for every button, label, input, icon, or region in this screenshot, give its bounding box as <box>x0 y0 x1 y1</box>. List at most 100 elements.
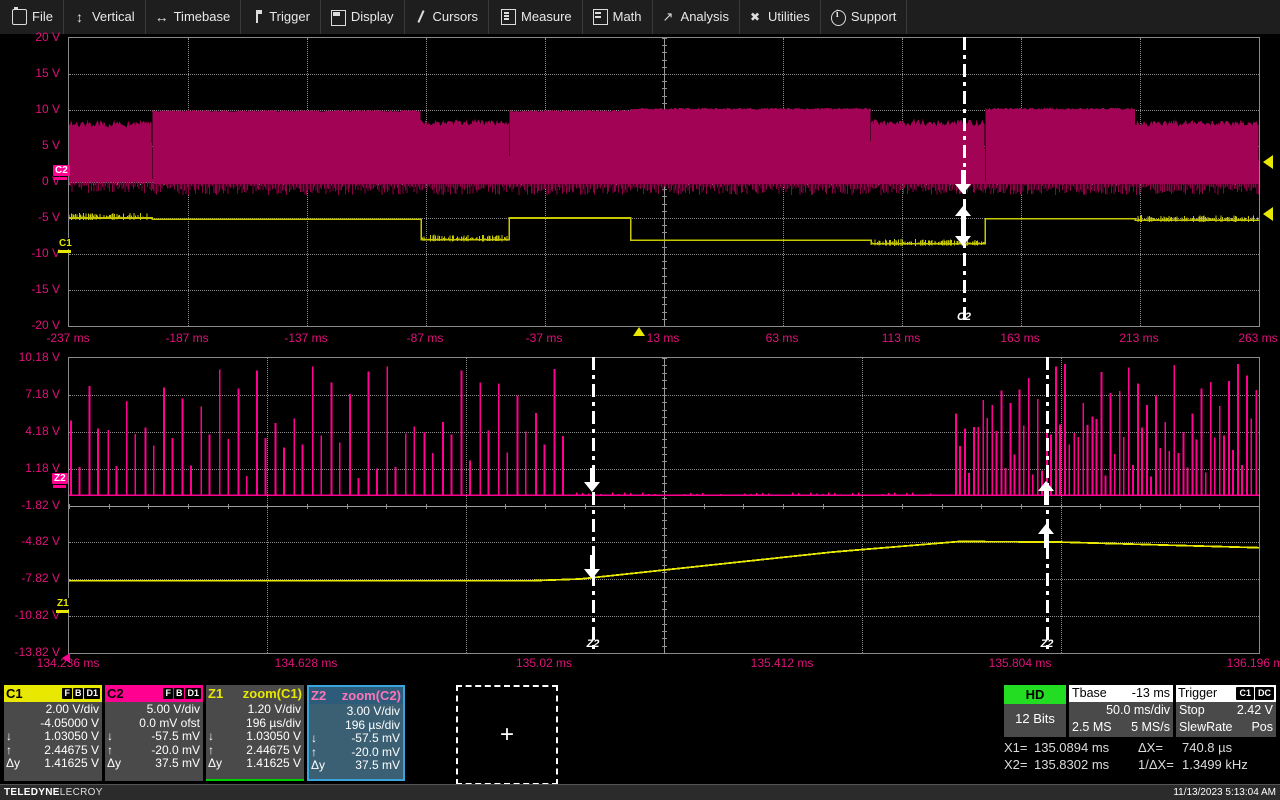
math-calculator-icon <box>593 9 608 25</box>
descriptor-line-key: ↑ <box>311 746 322 760</box>
trigger-position-arrow[interactable] <box>633 327 645 336</box>
trigger-level-arrow-2[interactable] <box>1263 207 1273 221</box>
descriptor-header[interactable]: Z1zoom(C1) <box>206 685 304 702</box>
main-grid-x-tick-label: -137 ms <box>284 331 327 345</box>
descriptor-line: ↑2.44675 V <box>208 744 301 758</box>
trace-descriptor-z2[interactable]: Z2zoom(C2)3.00 V/div196 µs/div↓-57.5 mV↑… <box>307 685 405 781</box>
main-grid-x-tick-label: 113 ms <box>882 331 920 345</box>
utilities-wrench-icon <box>750 10 763 24</box>
main-grid-c1-level-arrow-2-stem <box>961 222 966 236</box>
trigger-slope: Pos <box>1251 719 1273 736</box>
zoom-grid-cursor-1[interactable] <box>592 357 595 652</box>
menu-item-timebase[interactable]: Timebase <box>146 0 242 34</box>
menu-item-measure[interactable]: Measure <box>489 0 583 34</box>
zoom-grid-z1-ground-tag[interactable]: Z1 <box>55 598 71 609</box>
descriptor-badge-b[interactable]: B <box>73 688 84 699</box>
descriptor-line-key <box>208 717 219 731</box>
menu-item-analysis[interactable]: Analysis <box>653 0 740 34</box>
menu-item-label: Support <box>851 0 897 34</box>
zoom-grid-x-tick-label: 135.412 ms <box>751 656 814 670</box>
descriptor-header[interactable]: C1FBD1 <box>4 685 102 702</box>
descriptor-line: 196 µs/div <box>208 717 301 731</box>
menu-item-vertical[interactable]: Vertical <box>64 0 146 34</box>
trigger-flag-icon <box>251 10 264 24</box>
menu-item-trigger[interactable]: Trigger <box>241 0 321 34</box>
menu-item-label: Timebase <box>174 0 231 34</box>
main-grid-x-tick-label: 263 ms <box>1238 331 1277 345</box>
menu-item-label: Vertical <box>92 0 135 34</box>
main-grid-c1-level-arrow-2[interactable] <box>955 236 971 246</box>
descriptor-line-key <box>311 719 322 733</box>
bits-label: 12 Bits <box>1004 704 1066 734</box>
menu-item-cursors[interactable]: Cursors <box>405 0 490 34</box>
trace-descriptor-row: C1FBD12.00 V/div-4.05000 V↓1.03050 V↑2.4… <box>4 685 558 781</box>
menu-item-label: Trigger <box>269 0 310 34</box>
main-grid-c2-ground-tag[interactable]: C2 <box>53 165 70 176</box>
zoom-grid-z2-ground-tag-ground-marker <box>53 485 66 488</box>
main-grid-c1-ground-tag[interactable]: C1 <box>57 238 74 249</box>
zoom-waveform-grid[interactable] <box>68 357 1260 654</box>
zoom-grid-z1-level-arrow-2-stem <box>1044 534 1049 548</box>
zoom-grid-z2-level-arrow-2[interactable] <box>1038 481 1054 491</box>
zoom-grid-x-tick-label: 134.628 ms <box>275 656 338 670</box>
zoom-grid-z1-level-arrow-2[interactable] <box>1038 524 1054 534</box>
trace-descriptor-c1[interactable]: C1FBD12.00 V/div-4.05000 V↓1.03050 V↑2.4… <box>4 685 102 781</box>
descriptor-line: -4.05000 V <box>6 717 99 731</box>
zoom-grid-z2-level-arrow-1[interactable] <box>584 482 600 492</box>
menu-item-file[interactable]: File <box>0 0 64 34</box>
descriptor-badge-b[interactable]: B <box>174 688 185 699</box>
main-grid-c1-level-arrow[interactable] <box>955 206 971 216</box>
descriptor-line: Δy1.41625 V <box>6 757 99 771</box>
descriptor-line: 5.00 V/div <box>107 703 200 717</box>
timebase-box[interactable]: Tbase -13 ms 50.0 ms/div 2.5 MS 5 MS/s <box>1069 685 1173 737</box>
descriptor-line-key: ↓ <box>208 730 219 744</box>
trigger-source-badges: C1DC <box>1236 687 1274 700</box>
hd-mode-box[interactable]: HD 12 Bits <box>1004 685 1066 737</box>
descriptor-badge-f[interactable]: F <box>62 688 72 699</box>
descriptor-subtitle: zoom(C2) <box>342 688 401 703</box>
descriptor-line: 0.0 mV ofst <box>107 717 200 731</box>
descriptor-body: 2.00 V/div-4.05000 V↓1.03050 V↑2.44675 V… <box>4 702 102 771</box>
cursor-line-icon <box>415 10 428 24</box>
menu-item-support[interactable]: Support <box>821 0 908 34</box>
descriptor-header[interactable]: Z2zoom(C2) <box>309 687 403 704</box>
menu-item-label: Math <box>613 0 642 34</box>
descriptor-title: Z1 <box>208 686 223 701</box>
trigger-level-arrow-1[interactable] <box>1263 155 1273 169</box>
descriptor-badges: FBD1 <box>62 688 100 699</box>
cursor-x1-value: 135.0894 ms <box>1034 739 1138 756</box>
zoom-grid-x-tick-label: 135.804 ms <box>989 656 1052 670</box>
main-grid-c2-level-arrow[interactable] <box>955 184 971 194</box>
cursor-x2-value: 135.8302 ms <box>1034 756 1138 773</box>
descriptor-line: 2.00 V/div <box>6 703 99 717</box>
zoom-grid-z1-level-arrow-1[interactable] <box>584 569 600 579</box>
trigger-badge-dc[interactable]: DC <box>1255 687 1274 700</box>
main-waveform-grid[interactable] <box>68 37 1260 327</box>
menu-item-math[interactable]: Math <box>583 0 653 34</box>
descriptor-badge-f[interactable]: F <box>163 688 173 699</box>
add-trace-placeholder[interactable]: + <box>456 685 558 785</box>
descriptor-badge-d1[interactable]: D1 <box>84 688 100 699</box>
descriptor-line-value: 2.44675 V <box>219 744 301 758</box>
menu-item-utilities[interactable]: Utilities <box>740 0 821 34</box>
descriptor-header[interactable]: C2FBD1 <box>105 685 203 702</box>
descriptor-body: 5.00 V/div0.0 mV ofst↓-57.5 mV↑-20.0 mVΔ… <box>105 702 203 771</box>
main-grid-c2-level-arrow-stem <box>961 170 966 184</box>
descriptor-line-key: Δy <box>6 757 17 771</box>
descriptor-line-key <box>6 717 17 731</box>
zoom-grid-z2-ground-tag[interactable]: Z2 <box>52 473 68 484</box>
measure-list-icon <box>501 9 516 25</box>
descriptor-badge-d1[interactable]: D1 <box>185 688 201 699</box>
descriptor-line-key: ↑ <box>107 744 118 758</box>
trigger-box[interactable]: Trigger C1DC Stop 2.42 V SlewRate Pos <box>1176 685 1276 737</box>
menu-item-display[interactable]: Display <box>321 0 405 34</box>
descriptor-line-value: -57.5 mV <box>322 732 400 746</box>
trace-descriptor-z1[interactable]: Z1zoom(C1)1.20 V/div196 µs/div↓1.03050 V… <box>206 685 304 781</box>
timebase-samplerate: 5 MS/s <box>1131 719 1170 736</box>
trace-descriptor-c2[interactable]: C2FBD15.00 V/div0.0 mV ofst↓-57.5 mV↑-20… <box>105 685 203 781</box>
trigger-badge-c1[interactable]: C1 <box>1236 687 1254 700</box>
zoom-region-left-marker[interactable] <box>62 653 70 663</box>
brand-lecroy: LECROY <box>60 787 103 798</box>
main-grid-y-tick-label: 20 V <box>0 30 60 44</box>
trigger-title: Trigger <box>1178 685 1217 702</box>
